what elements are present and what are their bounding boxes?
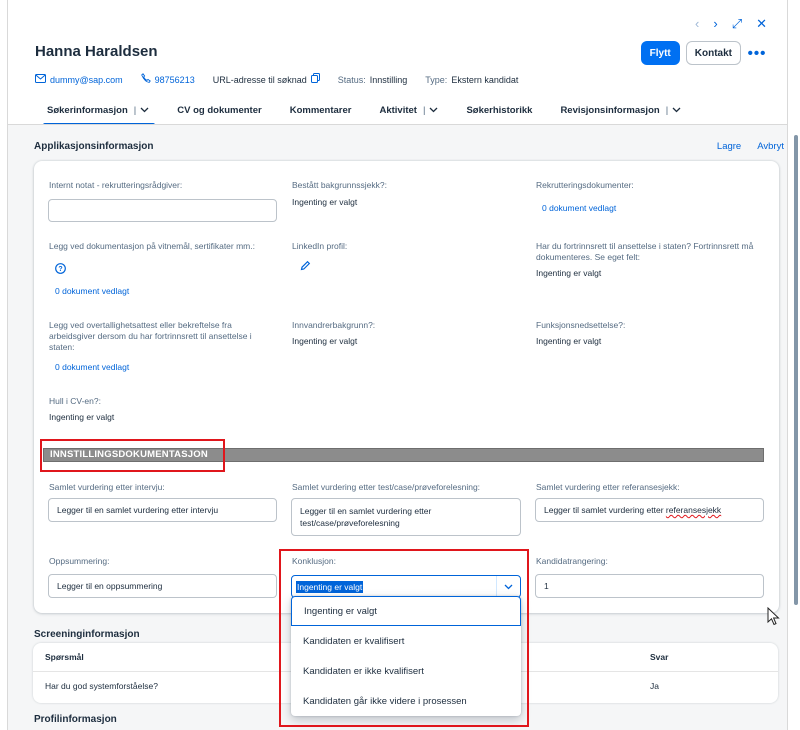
email-link[interactable]: dummy@sap.com <box>50 75 123 85</box>
chevron-down-icon[interactable] <box>672 105 681 115</box>
interview-assessment-input[interactable]: Legger til en samlet vurdering etter int… <box>48 498 277 522</box>
type-value: Ekstern kandidat <box>451 74 519 85</box>
redundancy-docs-link[interactable]: 0 dokument vedlagt <box>55 362 129 372</box>
test-assessment-input[interactable]: Legger til en samlet vurdering etter tes… <box>291 498 521 536</box>
tab-label: Revisjonsinformasjon <box>560 104 660 116</box>
table-row-question: Har du god systemforståelse? <box>45 681 158 691</box>
tab-comments[interactable]: Kommentarer <box>276 100 366 120</box>
immigrant-value[interactable]: Ingenting er valgt <box>292 336 357 346</box>
close-icon[interactable]: ✕ <box>756 16 767 32</box>
vertical-scrollbar[interactable] <box>794 135 798 605</box>
column-header-question: Spørsmål <box>45 652 84 662</box>
redundancy-label: Legg ved overtallighetsattest eller bekr… <box>49 320 252 352</box>
application-card <box>34 161 779 613</box>
cv-gap-value[interactable]: Ingenting er valgt <box>49 412 114 422</box>
screening-section-title: Screeninginformasjon <box>34 629 140 640</box>
ranking-label: Kandidatrangering: <box>536 556 608 566</box>
dropdown-highlight-box <box>279 549 529 727</box>
move-button[interactable]: Flytt <box>640 41 680 65</box>
type-label: Type: <box>425 74 448 85</box>
tab-label: Kommentarer <box>289 104 352 116</box>
internal-note-input[interactable] <box>48 199 277 222</box>
priority-value[interactable]: Ingenting er valgt <box>536 268 601 278</box>
summary-label: Oppsummering: <box>49 556 110 566</box>
candidate-meta: dummy@sap.com 98756213 URL-adresse til s… <box>35 73 536 86</box>
status-label: Status: <box>337 74 366 85</box>
tab-separator: | <box>422 104 426 116</box>
application-url-label: URL-adresse til søknad <box>212 74 307 85</box>
diploma-docs-link[interactable]: 0 dokument vedlagt <box>55 286 129 296</box>
application-url-item[interactable]: URL-adresse til søknad <box>213 73 320 86</box>
email-item[interactable]: dummy@sap.com <box>35 73 123 86</box>
tab-label: Aktivitet <box>379 104 417 116</box>
tab-separator: | <box>665 104 669 116</box>
type-item: Type: Ekstern kandidat <box>425 75 518 85</box>
panel-navigation: ‹ › ⤢ ✕ <box>695 16 767 32</box>
previous-icon[interactable]: ‹ <box>695 16 699 32</box>
header-actions: Flytt Kontakt ••• <box>640 41 767 65</box>
status-value: Innstilling <box>369 74 408 85</box>
tab-separator: | <box>133 104 137 116</box>
tab-label: Søkerhistorikk <box>466 104 533 116</box>
reference-assessment-text: Legger til samlet vurdering etter <box>544 505 666 515</box>
mouse-pointer-icon <box>767 606 781 627</box>
envelope-icon <box>35 73 46 86</box>
diploma-docs-label: Legg ved dokumentasjon på vitnemål, sert… <box>49 241 255 251</box>
chevron-down-icon[interactable] <box>140 105 149 115</box>
tab-activity[interactable]: Aktivitet | <box>365 100 452 120</box>
disability-value[interactable]: Ingenting er valgt <box>536 336 601 346</box>
reference-assessment-input[interactable]: Legger til samlet vurdering etter refera… <box>535 498 764 522</box>
internal-note-label: Internt notat - rekrutteringsrådgiver: <box>49 180 183 190</box>
next-icon[interactable]: › <box>713 16 717 32</box>
linkedin-label: LinkedIn profil: <box>292 241 348 251</box>
candidate-name: Hanna Haraldsen <box>35 43 158 60</box>
recruitment-docs-link[interactable]: 0 dokument vedlagt <box>542 203 616 213</box>
tab-revision-info[interactable]: Revisjonsinformasjon | <box>546 100 695 120</box>
spellcheck-flagged-word: referansesjekk <box>665 505 722 515</box>
summary-input[interactable]: Legger til en oppsummering <box>48 574 277 598</box>
copy-icon[interactable] <box>310 73 320 86</box>
table-row-answer: Ja <box>650 681 659 691</box>
chevron-down-icon[interactable] <box>429 105 438 115</box>
cancel-link[interactable]: Avbryt <box>757 141 784 152</box>
background-check-value[interactable]: Ingenting er valgt <box>292 197 357 207</box>
phone-link[interactable]: 98756213 <box>155 75 195 85</box>
tab-label: CV og dokumenter <box>177 104 262 116</box>
reference-assessment-label: Samlet vurdering etter referansesjekk: <box>536 482 680 492</box>
column-header-answer: Svar <box>650 652 669 662</box>
svg-text:?: ? <box>58 266 62 273</box>
priority-label: Har du fortrinnsrett til ansettelse i st… <box>536 241 754 262</box>
tab-bar: Søkerinformasjon | CV og dokumenter Komm… <box>35 100 695 126</box>
save-link[interactable]: Lagre <box>717 141 741 152</box>
ranking-input[interactable]: 1 <box>535 574 764 598</box>
help-icon[interactable]: ? <box>55 263 66 276</box>
fullscreen-icon[interactable]: ⤢ <box>732 16 742 32</box>
tab-cv-documents[interactable]: CV og dokumenter <box>163 100 275 120</box>
edit-pencil-icon[interactable] <box>300 260 311 273</box>
section-actions: Lagre Avbryt <box>717 141 784 152</box>
phone-item[interactable]: 98756213 <box>140 73 195 86</box>
immigrant-label: Innvandrerbakgrunn?: <box>292 320 376 330</box>
contact-button[interactable]: Kontakt <box>685 41 741 65</box>
background-check-label: Bestått bakgrunnssjekk?: <box>292 180 387 190</box>
interview-assessment-label: Samlet vurdering etter intervju: <box>49 482 165 492</box>
phone-icon <box>140 73 151 86</box>
tab-label: Søkerinformasjon <box>47 104 128 116</box>
test-assessment-label: Samlet vurdering etter test/case/prøvefo… <box>292 482 481 492</box>
status-item: Status: Innstilling <box>338 75 408 85</box>
recruitment-docs-label: Rekrutteringsdokumenter: <box>536 180 634 190</box>
banner-highlight-box <box>40 439 225 472</box>
cv-gap-label: Hull i CV-en?: <box>49 396 101 406</box>
disability-label: Funksjonsnedsettelse?: <box>536 320 626 330</box>
application-section-title: Applikasjonsinformasjon <box>34 141 154 152</box>
more-options-icon[interactable]: ••• <box>747 45 767 62</box>
profile-section-title: Profilinformasjon <box>34 714 117 725</box>
tab-applicant-history[interactable]: Søkerhistorikk <box>452 100 546 120</box>
tab-applicant-info[interactable]: Søkerinformasjon | <box>35 100 163 126</box>
